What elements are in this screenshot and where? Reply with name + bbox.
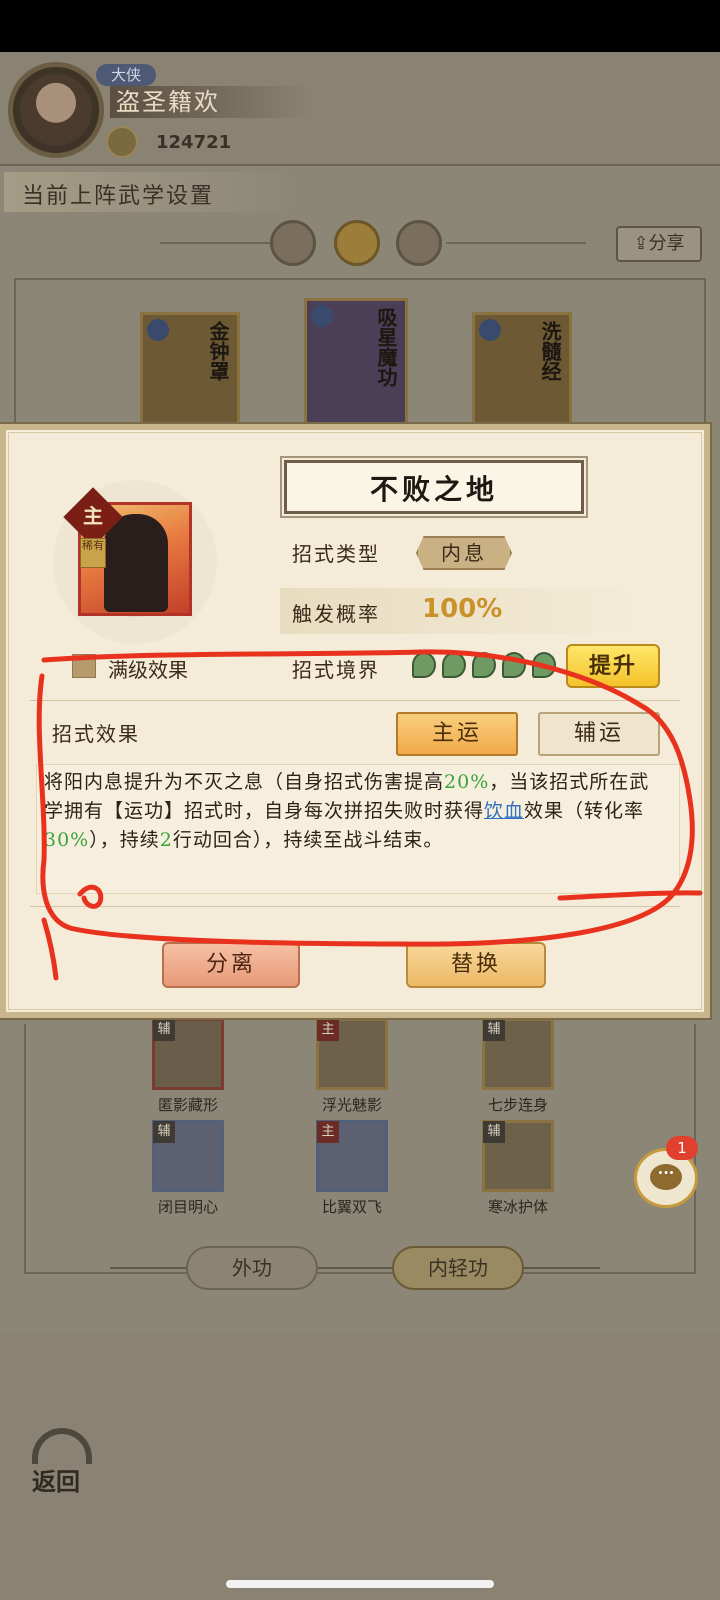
grid-skill-label: 浮光魅影 <box>321 1096 382 1114</box>
avatar-face-icon <box>20 74 92 146</box>
grid-tag: 辅 <box>153 1121 175 1143</box>
share-button[interactable]: ⇪分享 <box>616 226 702 262</box>
back-arrow-icon <box>32 1428 92 1464</box>
sun-slot-button[interactable] <box>334 220 380 266</box>
realm-level-icon <box>502 652 526 678</box>
desc-link[interactable]: 饮血 <box>484 800 524 822</box>
rare-tag: 稀有 <box>80 538 106 568</box>
realm-level-icon <box>442 652 466 678</box>
grid-skill-item[interactable]: 主 <box>316 1018 388 1090</box>
divider <box>30 700 680 701</box>
grid-skill-item[interactable]: 主 <box>316 1120 388 1192</box>
power-icon <box>106 126 138 158</box>
grid-skill-label: 闭目明心 <box>157 1198 218 1216</box>
grid-skill-label: 七步连身 <box>487 1096 548 1114</box>
grid-tag: 主 <box>317 1121 339 1143</box>
card-name: 金钟罩 <box>206 321 230 381</box>
skill-card-1[interactable]: 金钟罩 <box>140 312 240 430</box>
probability-label: 触发概率 <box>292 602 380 626</box>
card-name: 洗髓经 <box>538 321 562 381</box>
divider-line <box>446 242 586 244</box>
game-screen: 大侠 盗圣籍欢 124721 当前上阵武学设置 ⇪分享 金钟罩 吸星魔功 洗髓经… <box>0 0 720 1600</box>
grid-tag: 主 <box>317 1019 339 1041</box>
desc-value: 30% <box>44 829 90 851</box>
realm-level-icon <box>412 652 436 678</box>
grid-tag: 辅 <box>483 1121 505 1143</box>
divider <box>30 906 680 907</box>
desc-text: ），持续 <box>89 829 160 851</box>
divider-line <box>160 242 270 244</box>
desc-text: 将阳内息提升为不灭之息（自身招式伤害提高 <box>44 771 445 793</box>
effect-description: 将阳内息提升为不灭之息（自身招式伤害提高20%，当该招式所在武学拥有【运功】招式… <box>44 768 666 855</box>
chat-bubble-icon: ··· <box>650 1164 682 1190</box>
grid-skill-label: 比翼双飞 <box>321 1198 382 1216</box>
power-value: 124721 <box>156 132 232 153</box>
player-name: 盗圣籍欢 <box>110 86 310 118</box>
realm-level-icon <box>472 652 496 678</box>
skill-card-2[interactable]: 吸星魔功 <box>304 298 408 430</box>
share-label: 分享 <box>648 233 685 254</box>
tab-inner-skill[interactable]: 内轻功 <box>392 1246 524 1290</box>
desc-value: 20% <box>444 771 490 793</box>
section-title: 当前上阵武学设置 <box>22 184 215 209</box>
probability-value: 100% <box>422 594 503 624</box>
card-badge-icon <box>311 305 333 327</box>
effect-label: 招式效果 <box>52 722 140 746</box>
grid-skill-label: 寒冰护体 <box>487 1198 548 1216</box>
back-button[interactable]: 返回 <box>28 1428 102 1498</box>
back-label: 返回 <box>32 1467 80 1496</box>
grid-tag: 辅 <box>153 1019 175 1041</box>
max-level-label[interactable]: 满级效果 <box>108 654 188 683</box>
tab-divider-line <box>318 1267 392 1269</box>
realm-label: 招式境界 <box>292 658 380 682</box>
card-badge-icon <box>147 319 169 341</box>
replace-button[interactable]: 替换 <box>406 942 546 988</box>
tab-divider-line <box>524 1267 600 1269</box>
separate-button[interactable]: 分离 <box>162 942 300 988</box>
realm-level-icon <box>532 652 556 678</box>
status-bar <box>0 0 720 52</box>
grid-skill-item[interactable]: 辅 <box>482 1018 554 1090</box>
main-tag-label: 主 <box>83 504 103 528</box>
grid-skill-item[interactable]: 辅 <box>152 1120 224 1192</box>
chat-badge: 1 <box>666 1136 698 1160</box>
grid-skill-item[interactable]: 辅 <box>482 1120 554 1192</box>
grid-tag: 辅 <box>483 1019 505 1041</box>
type-value: 内息 <box>416 536 512 570</box>
desc-value: 2 <box>159 829 173 851</box>
desc-text: 行动回合），持续至战斗结束。 <box>172 829 444 851</box>
card-name: 吸星魔功 <box>374 307 398 387</box>
skill-card-3[interactable]: 洗髓经 <box>472 312 572 430</box>
share-icon: ⇪ <box>633 233 649 254</box>
grid-skill-item[interactable]: 辅 <box>152 1018 224 1090</box>
rank-badge: 大侠 <box>96 64 156 86</box>
skill-title: 不败之地 <box>369 473 498 506</box>
aux-circulation-button[interactable]: 辅运 <box>538 712 660 756</box>
crescent-slot-button[interactable] <box>396 220 442 266</box>
tab-outer-skill[interactable]: 外功 <box>186 1246 318 1290</box>
moon-slot-button[interactable] <box>270 220 316 266</box>
grid-skill-label: 匿影藏形 <box>157 1096 218 1114</box>
desc-text: 效果（转化率 <box>524 800 645 822</box>
type-label: 招式类型 <box>292 542 380 566</box>
main-circulation-button[interactable]: 主运 <box>396 712 518 756</box>
tab-divider-line <box>110 1267 188 1269</box>
card-badge-icon <box>479 319 501 341</box>
home-indicator[interactable] <box>226 1580 494 1588</box>
max-level-checkbox[interactable] <box>72 654 96 678</box>
upgrade-button[interactable]: 提升 <box>566 644 660 688</box>
